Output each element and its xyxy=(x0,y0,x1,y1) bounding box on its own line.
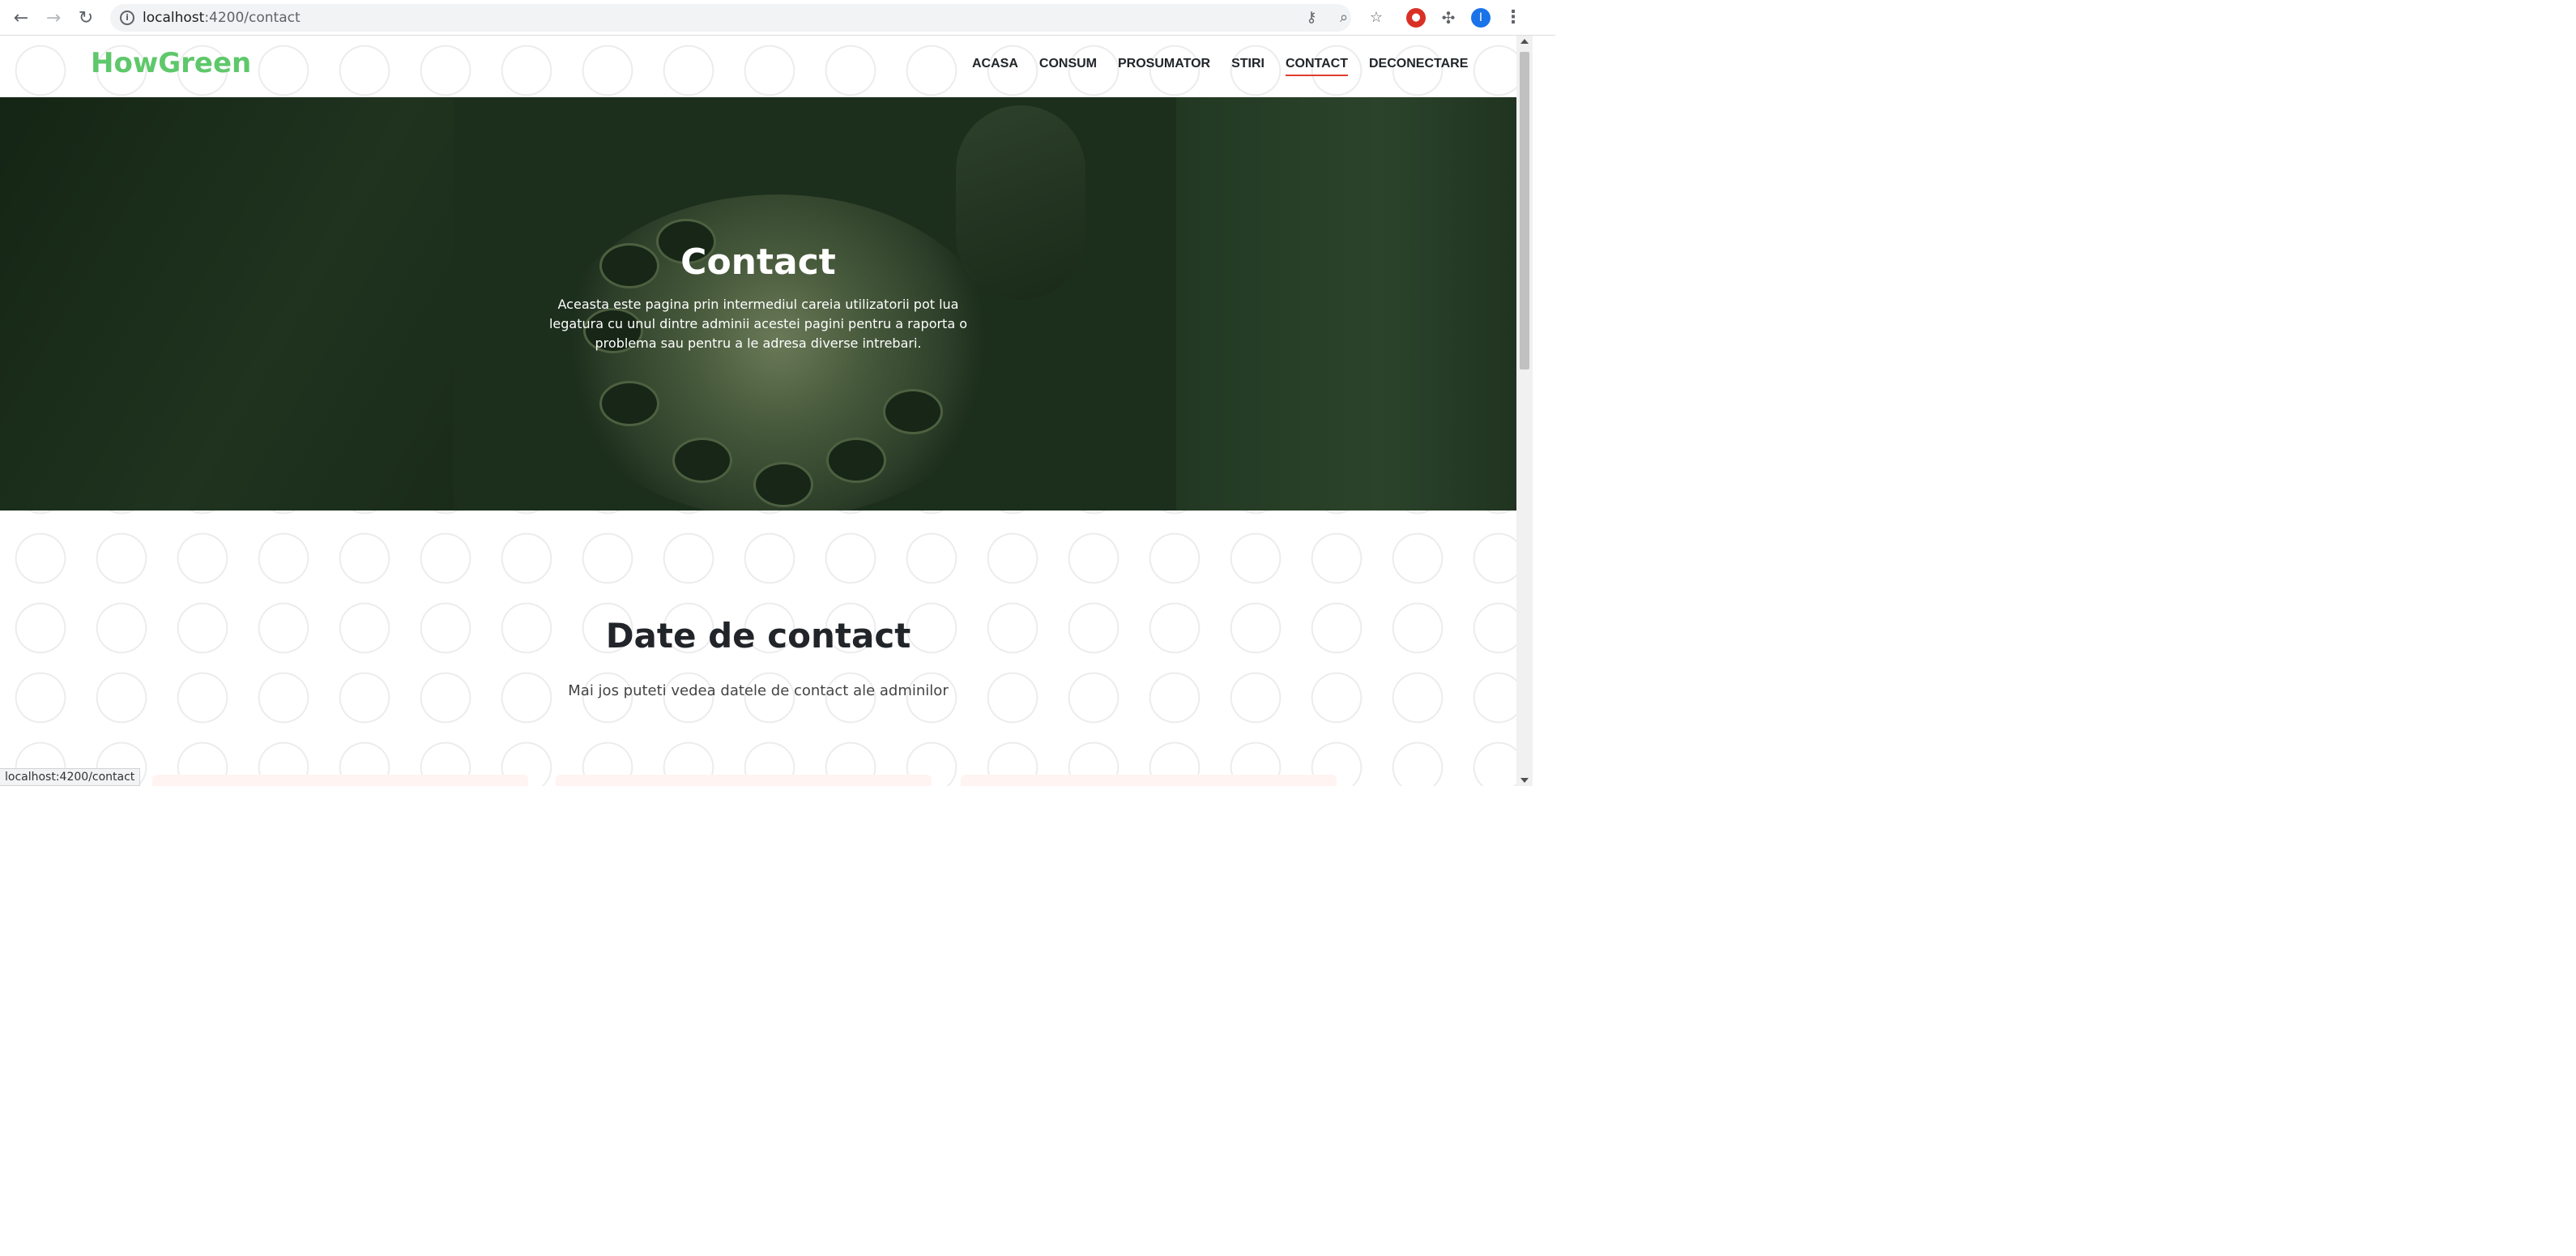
address-bar[interactable]: i localhost:4200/contact ⚷ ⌕ ☆ xyxy=(110,4,1383,32)
dial-hole xyxy=(826,438,886,483)
contact-card xyxy=(961,775,1337,786)
zoom-icon[interactable]: ⌕ xyxy=(1335,9,1353,27)
dial-hole xyxy=(599,381,659,426)
dial-hole xyxy=(883,389,943,434)
nav-item-deconectare[interactable]: DECONECTARE xyxy=(1369,57,1468,76)
site-header: HowGreen ACASA CONSUM PROSUMATOR STIRI C… xyxy=(0,36,1516,97)
contact-card xyxy=(152,775,528,786)
browser-toolbar: ← → ↻ i localhost:4200/contact ⚷ ⌕ ☆ ● ✣… xyxy=(0,0,1555,36)
scroll-down-arrow-icon[interactable] xyxy=(1520,778,1529,783)
hero-background-right xyxy=(1176,97,1516,511)
url-host: localhost xyxy=(143,10,205,26)
section-title: Date de contact xyxy=(605,616,911,656)
back-arrow-icon[interactable]: ← xyxy=(10,6,32,29)
hero-description: Aceasta este pagina prin intermediul car… xyxy=(548,297,968,351)
contact-card xyxy=(556,775,932,786)
main-navigation: ACASA CONSUM PROSUMATOR STIRI CONTACT DE… xyxy=(972,57,1489,76)
url-text[interactable]: localhost:4200/contact xyxy=(143,10,301,26)
browser-window: ← → ↻ i localhost:4200/contact ⚷ ⌕ ☆ ● ✣… xyxy=(0,0,1555,794)
forward-arrow-icon[interactable]: → xyxy=(42,6,65,29)
section-subtitle: Mai jos puteti vedea datele de contact a… xyxy=(568,682,949,699)
profile-avatar[interactable]: I xyxy=(1471,8,1491,28)
page-viewport: HowGreen ACASA CONSUM PROSUMATOR STIRI C… xyxy=(0,36,1516,786)
vertical-scrollbar[interactable] xyxy=(1516,36,1533,786)
site-logo[interactable]: HowGreen xyxy=(91,47,251,79)
status-bubble: localhost:4200/contact xyxy=(0,768,141,786)
puzzle-icon[interactable]: ✣ xyxy=(1439,8,1458,28)
nav-item-consum[interactable]: CONSUM xyxy=(1039,57,1097,76)
hero-banner: Contact Aceasta este pagina prin interme… xyxy=(0,97,1516,511)
hero-background-left xyxy=(0,97,454,511)
hero-title: Contact xyxy=(680,241,836,283)
star-icon[interactable]: ☆ xyxy=(1367,9,1385,27)
nav-item-stiri[interactable]: STIRI xyxy=(1231,57,1265,76)
scroll-up-arrow-icon[interactable] xyxy=(1520,39,1529,44)
dial-hole xyxy=(672,438,732,483)
extension-red-icon[interactable]: ● xyxy=(1406,8,1426,28)
key-icon[interactable]: ⚷ xyxy=(1303,9,1320,27)
info-icon[interactable]: i xyxy=(120,11,134,25)
reload-icon[interactable]: ↻ xyxy=(75,6,97,29)
nav-item-contact[interactable]: CONTACT xyxy=(1285,57,1349,76)
scroll-thumb[interactable] xyxy=(1520,52,1529,370)
dial-hole xyxy=(753,462,813,507)
url-path: :4200/contact xyxy=(204,10,301,26)
nav-item-prosumator[interactable]: PROSUMATOR xyxy=(1118,57,1210,76)
nav-item-acasa[interactable]: ACASA xyxy=(972,57,1018,76)
kebab-menu-icon[interactable]: ⋮ xyxy=(1503,8,1523,28)
